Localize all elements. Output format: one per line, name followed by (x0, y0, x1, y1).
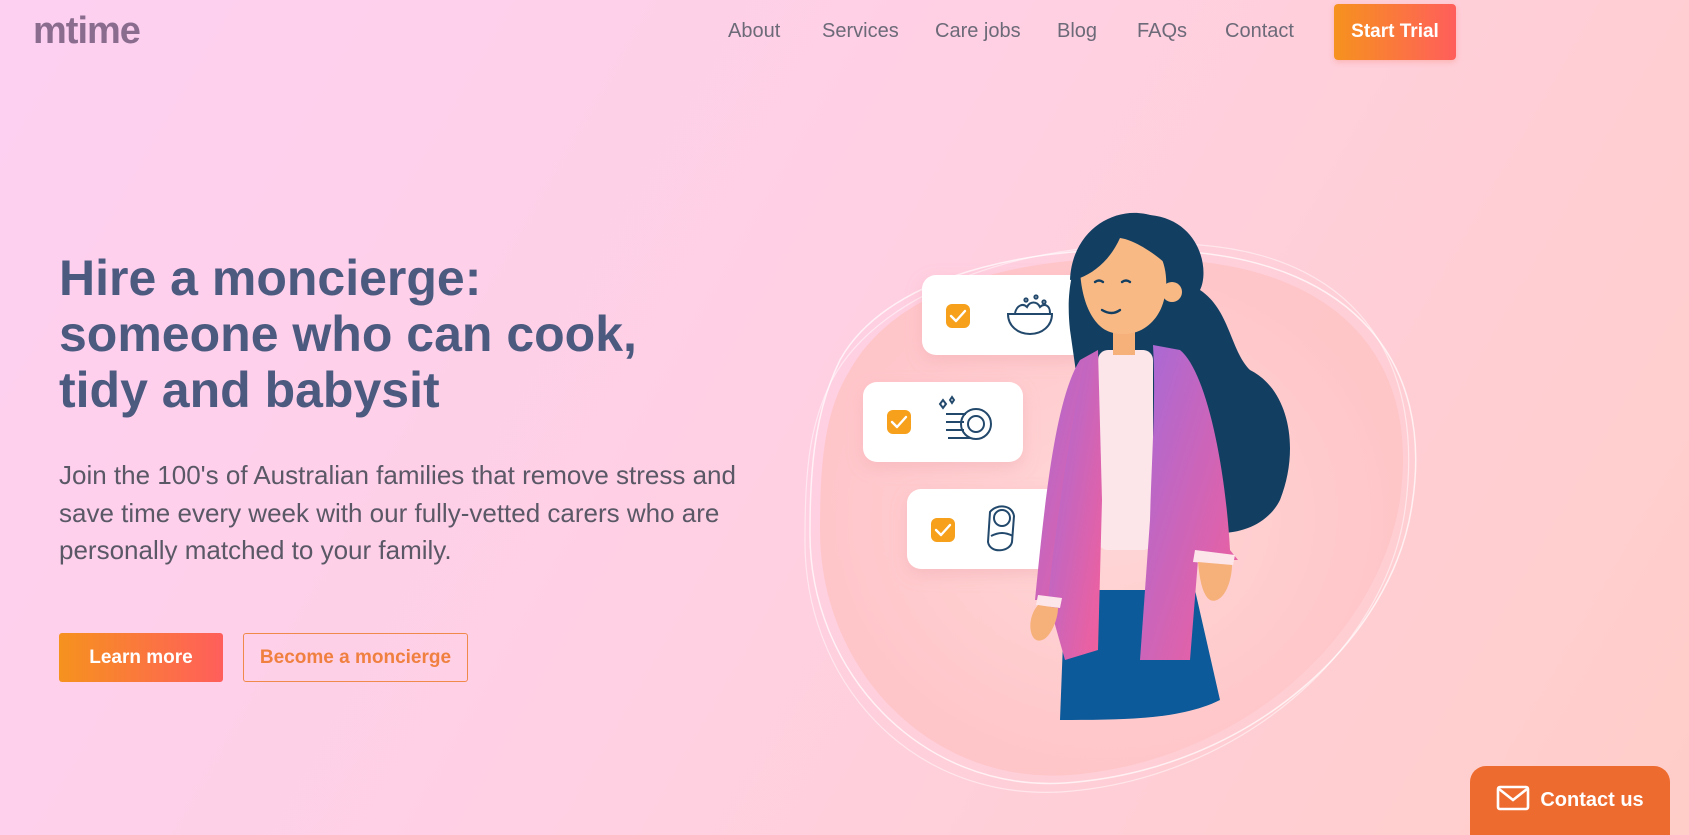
hero-subtitle: Join the 100's of Australian families th… (59, 460, 736, 565)
mail-icon (1496, 785, 1530, 817)
nav-contact[interactable]: Contact (1225, 20, 1294, 43)
nav-services[interactable]: Services (822, 20, 899, 43)
learn-more-button[interactable]: Learn more (59, 633, 223, 682)
become-moncierge-button[interactable]: Become a moncierge (243, 633, 468, 682)
task-card-cook (922, 275, 1087, 355)
contact-us-widget[interactable]: Contact us (1470, 766, 1670, 835)
top-navigation: mtime About Services Care jobs Blog FAQs… (0, 0, 1689, 70)
contact-us-label: Contact us (1540, 789, 1644, 811)
hero-title-line: tidy and babysit (59, 362, 440, 418)
start-trial-button[interactable]: Start Trial (1334, 4, 1456, 60)
task-card-dishes (863, 382, 1023, 462)
hero-title-line: someone who can cook, (59, 306, 637, 362)
hero-title: Hire a moncierge: someone who can cook, … (59, 250, 759, 418)
nav-blog[interactable]: Blog (1057, 20, 1097, 43)
hero-illustration (804, 212, 1417, 793)
nav-faqs[interactable]: FAQs (1137, 20, 1187, 43)
nav-care-jobs[interactable]: Care jobs (935, 20, 1021, 43)
nav-about[interactable]: About (728, 20, 780, 43)
logo[interactable]: mtime (33, 10, 141, 53)
hero-title-line: Hire a moncierge: (59, 250, 482, 306)
